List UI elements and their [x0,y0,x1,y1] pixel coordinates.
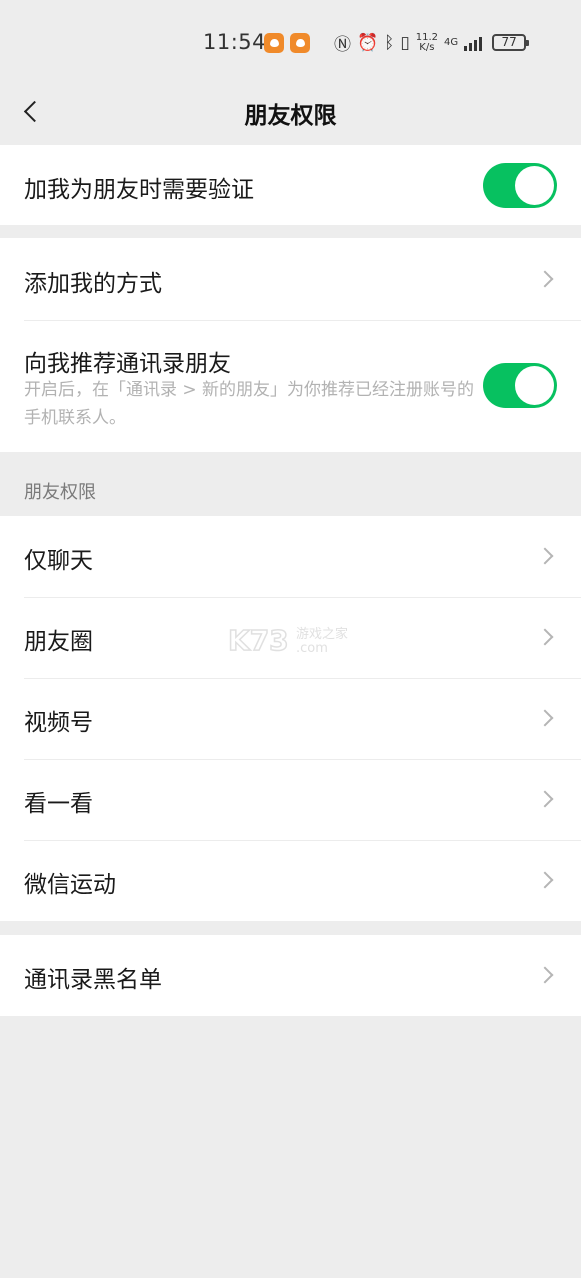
watermark-logo: K73 游戏之家 .com [227,622,368,658]
bluetooth-icon: ᛒ [384,32,395,53]
recommend-contacts-label: 向我推荐通讯录朋友 [24,351,231,377]
list-item-label: 视频号 [24,710,93,736]
recommend-contacts-description: 开启后，在「通讯录 > 新的朋友」为你推荐已经注册账号的手机联系人。 [24,380,475,428]
chevron-right-icon [536,966,554,984]
net-speed: 11.2 K/s [415,31,438,53]
status-bar: 11:54 Ⓝ ⏰ ᛒ ▯ 11.2 K/s 4G 77 [0,0,581,80]
alarm-icon: ⏰ [357,32,379,53]
verify-friend-row: 加我为朋友时需要验证 [0,145,581,225]
watermark-brand: K73 [228,624,289,657]
add-methods-row[interactable]: 添加我的方式 [0,238,581,320]
page-title: 朋友权限 [244,103,337,129]
list-item-chat-only[interactable]: 仅聊天 [0,516,581,597]
verify-friend-toggle[interactable] [483,163,557,208]
toggle-knob [515,166,554,205]
app-notification-icon [290,33,310,53]
section-header: 朋友权限 [24,482,96,503]
watermark-domain: .com [296,641,328,656]
list-item-label: 仅聊天 [24,548,93,574]
battery-icon: 77 [492,34,530,51]
chevron-right-icon [536,547,554,565]
vibrate-icon: ▯ [400,32,410,53]
recommend-contacts-row: 向我推荐通讯录朋友 开启后，在「通讯录 > 新的朋友」为你推荐已经注册账号的手机… [0,320,581,452]
status-icons: Ⓝ ⏰ ᛒ ▯ 11.2 K/s 4G 77 [334,30,530,55]
chevron-right-icon [536,270,554,288]
divider [24,840,581,841]
verify-friend-label: 加我为朋友时需要验证 [24,177,254,203]
chevron-right-icon [536,628,554,646]
add-methods-label: 添加我的方式 [24,271,162,297]
nfc-icon: Ⓝ [334,35,351,55]
list-item-label: 朋友圈 [24,629,93,655]
divider [24,597,581,598]
blacklist-row[interactable]: 通讯录黑名单 [0,935,581,1016]
list-item-top-stories[interactable]: 看一看 [0,759,581,840]
list-item-label: 看一看 [24,791,93,817]
toggle-knob [515,366,554,405]
nav-bar: 朋友权限 [0,80,581,144]
divider [24,678,581,679]
signal-icon [464,35,483,51]
chevron-right-icon [536,871,554,889]
list-item-channels[interactable]: 视频号 [0,678,581,759]
network-type: 4G [444,36,459,48]
app-notification-icon [264,33,284,53]
chevron-right-icon [536,709,554,727]
blacklist-label: 通讯录黑名单 [24,967,162,993]
chevron-right-icon [536,790,554,808]
status-time: 11:54 [203,30,267,54]
divider [24,759,581,760]
divider [24,320,581,321]
recommend-contacts-toggle[interactable] [483,363,557,408]
list-item-werun[interactable]: 微信运动 [0,840,581,921]
list-item-label: 微信运动 [24,872,116,898]
watermark-text: 游戏之家 [296,626,348,642]
